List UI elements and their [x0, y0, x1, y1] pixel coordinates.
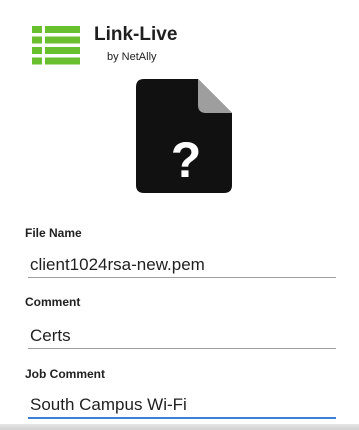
job-comment-input[interactable] [28, 393, 336, 419]
unknown-file-icon: ? [136, 79, 232, 193]
app-title: Link-Live [94, 24, 178, 45]
file-name-input[interactable] [28, 252, 336, 278]
file-icon-question-mark: ? [171, 132, 202, 188]
comment-label: Comment [25, 295, 81, 309]
job-comment-label: Job Comment [25, 367, 106, 381]
file-name-label: File Name [25, 226, 82, 240]
app-header: Link-Live by NetAlly [0, 0, 359, 80]
comment-input[interactable] [28, 323, 336, 349]
link-live-logo-icon [32, 26, 80, 65]
bottom-edge-divider [0, 424, 359, 430]
app-subtitle: by NetAlly [107, 51, 157, 63]
